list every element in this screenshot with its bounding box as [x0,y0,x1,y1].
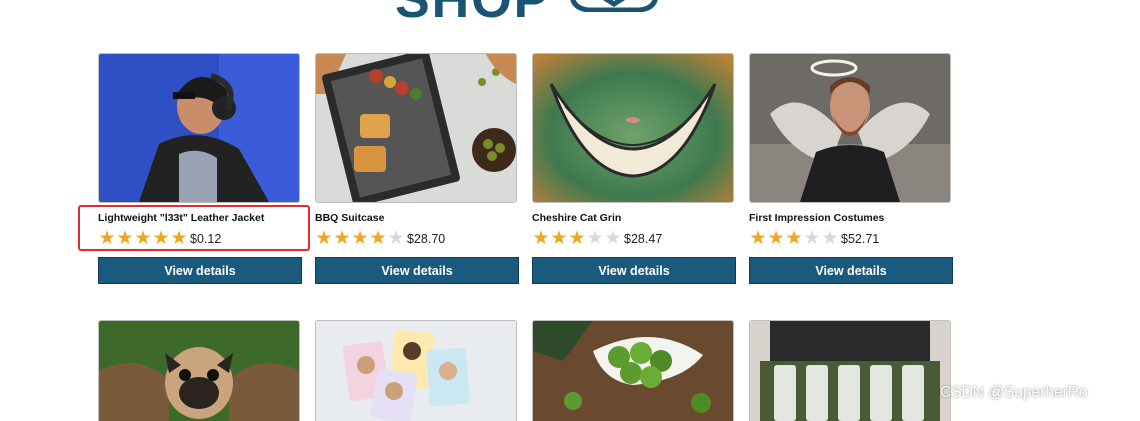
product-image[interactable] [315,320,517,421]
product-image[interactable] [749,53,951,203]
view-details-button[interactable]: View details [749,257,953,284]
product-rating: ★ ★ ★ ★ ★ $28.47 [532,229,662,248]
product-image[interactable] [532,320,734,421]
star-filled-icon: ★ [333,228,351,249]
star-empty-icon: ★ [387,228,405,249]
bbq-grill-image [316,54,516,202]
product-title[interactable]: First Impression Costumes [749,212,884,224]
view-details-button[interactable]: View details [532,257,736,284]
product-card [98,320,302,421]
product-image[interactable] [315,53,517,203]
product-image[interactable] [98,53,300,203]
product-image[interactable] [749,320,951,421]
angel-man-image [750,54,950,202]
product-image[interactable] [98,320,300,421]
product-card: Cheshire Cat Grin ★ ★ ★ ★ ★ $28.47 View … [532,53,736,284]
annotation-highlight-box [78,205,310,251]
logo-mark-icon [570,0,658,12]
star-filled-icon: ★ [749,228,767,249]
person-with-headphones-image [99,54,299,202]
product-card [315,320,519,421]
view-details-button[interactable]: View details [98,257,302,284]
star-filled-icon: ★ [369,228,387,249]
star-empty-icon: ★ [604,228,622,249]
star-filled-icon: ★ [315,228,333,249]
product-card: First Impression Costumes ★ ★ ★ ★ ★ $52.… [749,53,953,284]
star-filled-icon: ★ [568,228,586,249]
product-title[interactable]: Cheshire Cat Grin [532,212,621,224]
cheshire-grin-image [533,54,733,202]
product-card: BBQ Suitcase ★ ★ ★ ★ ★ $28.70 View detai… [315,53,519,284]
product-price: $28.70 [407,231,446,246]
brussels-sprouts-image [533,321,733,421]
product-card: Lightweight "l33t" Leather Jacket ★ ★ ★ … [98,53,302,284]
photo-cards-image [316,321,516,421]
star-filled-icon: ★ [351,228,369,249]
star-filled-icon: ★ [767,228,785,249]
star-filled-icon: ★ [550,228,568,249]
product-image[interactable] [532,53,734,203]
product-price: $28.47 [624,231,663,246]
star-filled-icon: ★ [785,228,803,249]
star-empty-icon: ★ [821,228,839,249]
pug-with-wings-image [99,321,299,421]
beer-belt-image [750,321,950,421]
product-price: $52.71 [841,231,880,246]
shop-logo[interactable]: SHOP [395,0,550,30]
product-title[interactable]: BBQ Suitcase [315,212,384,224]
watermark-text: CSDN @SuperherRo [940,384,1088,401]
star-filled-icon: ★ [532,228,550,249]
product-rating: ★ ★ ★ ★ ★ $52.71 [749,229,879,248]
product-rating: ★ ★ ★ ★ ★ $28.70 [315,229,445,248]
star-empty-icon: ★ [803,228,821,249]
view-details-button[interactable]: View details [315,257,519,284]
star-empty-icon: ★ [586,228,604,249]
product-card [749,320,953,421]
product-card [532,320,736,421]
